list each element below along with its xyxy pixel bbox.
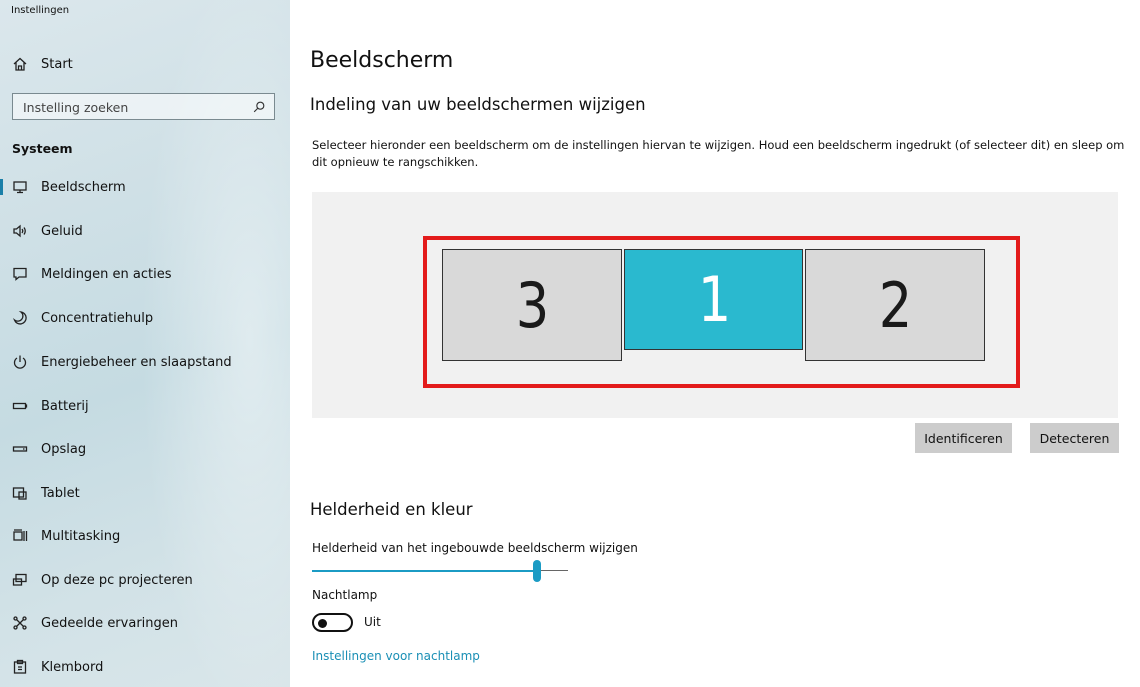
detect-button[interactable]: Detecteren	[1030, 423, 1119, 453]
battery-icon	[11, 397, 29, 415]
sidebar-item-opslag[interactable]: Opslag	[0, 429, 290, 469]
power-icon	[11, 353, 29, 371]
display-arrangement-area[interactable]: 3 1 2	[312, 192, 1118, 418]
slider-thumb[interactable]	[533, 560, 541, 582]
app-title: Instellingen	[11, 5, 70, 16]
monitor-number: 3	[516, 268, 550, 342]
nav-home-label: Start	[41, 56, 73, 72]
clipboard-icon	[11, 658, 29, 676]
nightlight-label: Nachtlamp	[312, 588, 378, 602]
nightlight-toggle[interactable]	[312, 613, 353, 632]
slider-track-rest	[537, 570, 568, 571]
nightlight-state: Uit	[364, 615, 381, 629]
sidebar-item-tablet[interactable]: Tablet	[0, 473, 290, 513]
nightlight-settings-link[interactable]: Instellingen voor nachtlamp	[312, 649, 480, 663]
multitasking-icon	[11, 527, 29, 545]
brightness-heading: Helderheid en kleur	[310, 500, 473, 519]
main-content: Beeldscherm Indeling van uw beeldscherme…	[290, 0, 1140, 687]
monitor-number: 1	[697, 263, 732, 336]
search-icon[interactable]	[252, 99, 268, 115]
monitor-1[interactable]: 1	[624, 249, 803, 350]
brightness-slider[interactable]	[312, 560, 568, 582]
sidebar-item-label: Beeldscherm	[41, 179, 126, 195]
speaker-icon	[11, 222, 29, 240]
sidebar-item-label: Concentratiehulp	[41, 310, 154, 326]
sidebar-item-projecteren[interactable]: Op deze pc projecteren	[0, 560, 290, 600]
sidebar-item-batterij[interactable]: Batterij	[0, 386, 290, 426]
sidebar-item-multitasking[interactable]: Multitasking	[0, 516, 290, 556]
sidebar-item-label: Multitasking	[41, 528, 121, 544]
active-indicator	[0, 179, 3, 195]
sidebar: Instellingen Start Systeem Beeldscherm G…	[0, 0, 290, 687]
monitor-number: 2	[879, 268, 913, 342]
notification-icon	[11, 265, 29, 283]
arrange-heading: Indeling van uw beeldschermen wijzigen	[310, 95, 646, 114]
project-icon	[11, 571, 29, 589]
sidebar-item-energiebeheer[interactable]: Energiebeheer en slaapstand	[0, 342, 290, 382]
sidebar-item-beeldscherm[interactable]: Beeldscherm	[0, 167, 290, 207]
sidebar-item-label: Tablet	[41, 485, 80, 501]
sidebar-item-label: Batterij	[41, 398, 89, 414]
search-box[interactable]	[12, 93, 275, 120]
sidebar-item-geluid[interactable]: Geluid	[0, 211, 290, 251]
slider-track-fill	[312, 570, 537, 572]
toggle-knob	[318, 618, 327, 628]
moon-icon	[11, 309, 29, 327]
monitor-icon	[11, 178, 29, 196]
section-label-systeem: Systeem	[12, 141, 73, 156]
shared-icon	[11, 614, 29, 632]
sidebar-item-label: Op deze pc projecteren	[41, 572, 193, 588]
sidebar-item-concentratiehulp[interactable]: Concentratiehulp	[0, 298, 290, 338]
identify-button[interactable]: Identificeren	[915, 423, 1012, 453]
sidebar-item-label: Meldingen en acties	[41, 266, 172, 282]
monitor-3[interactable]: 3	[442, 249, 622, 361]
sidebar-item-gedeelde-ervaringen[interactable]: Gedeelde ervaringen	[0, 603, 290, 643]
sidebar-item-label: Gedeelde ervaringen	[41, 615, 179, 631]
brightness-label: Helderheid van het ingebouwde beeldscher…	[312, 541, 638, 555]
sidebar-item-label: Energiebeheer en slaapstand	[41, 354, 232, 370]
nav-home[interactable]: Start	[0, 44, 290, 84]
sidebar-item-label: Opslag	[41, 441, 87, 457]
home-icon	[11, 55, 29, 73]
sidebar-item-klembord[interactable]: Klembord	[0, 647, 290, 687]
page-title: Beeldscherm	[310, 48, 454, 73]
sidebar-item-meldingen[interactable]: Meldingen en acties	[0, 254, 290, 294]
monitor-2[interactable]: 2	[805, 249, 985, 361]
sidebar-item-label: Geluid	[41, 223, 83, 239]
arrange-description: Selecteer hieronder een beeldscherm om d…	[312, 138, 1125, 169]
search-input[interactable]	[23, 98, 243, 116]
sidebar-item-label: Klembord	[41, 659, 104, 675]
tablet-icon	[11, 484, 29, 502]
storage-icon	[11, 440, 29, 458]
